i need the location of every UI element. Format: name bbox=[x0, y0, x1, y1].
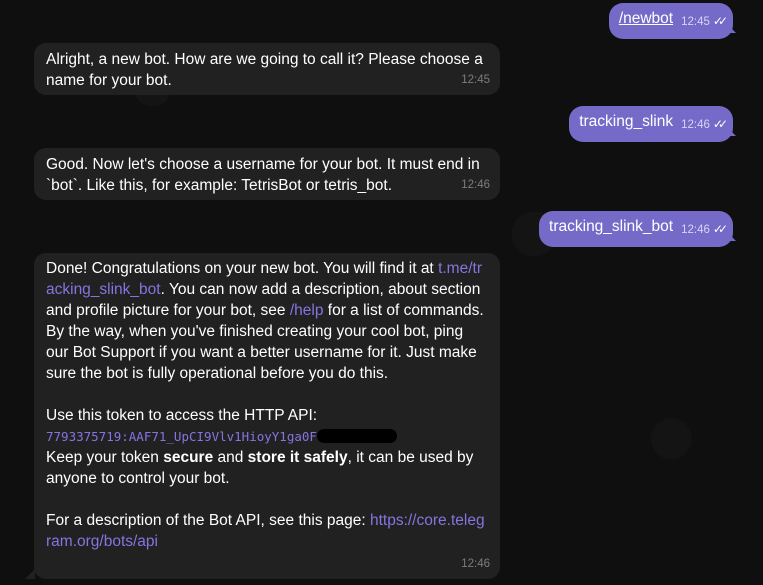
message-outgoing-name[interactable]: tracking_slink 12:46 ✓✓ bbox=[569, 106, 733, 142]
token-line: 7793375719:AAF71_UpCI9Vlv1HioyY1ga0F bbox=[46, 426, 488, 447]
message-text: tracking_slink_bot bbox=[549, 218, 674, 235]
message-time: 12:46 bbox=[461, 558, 490, 570]
chat-area[interactable]: /newbot 12:45 ✓✓ Alright, a new bot. How a… bbox=[0, 0, 763, 585]
bubble-tail bbox=[25, 569, 35, 579]
double-check-icon: ✓✓ bbox=[712, 14, 728, 28]
message-time: 12:45 bbox=[681, 16, 710, 28]
message-time: 12:46 bbox=[681, 224, 710, 236]
message-incoming-done[interactable]: Done! Congratulations on your new bot. Y… bbox=[34, 253, 500, 579]
api-token[interactable]: 7793375719:AAF71_UpCI9Vlv1HioyY1ga0F bbox=[46, 429, 317, 444]
message-incoming-choose-name[interactable]: Alright, a new bot. How are we going to … bbox=[34, 43, 500, 95]
token-label: Use this token to access the HTTP API: bbox=[46, 407, 318, 424]
bot-command-link[interactable]: /newbot bbox=[619, 10, 673, 27]
message-text: Alright, a new bot. How are we going to … bbox=[46, 51, 483, 89]
message-outgoing-username[interactable]: tracking_slink_bot 12:46 ✓✓ bbox=[539, 211, 733, 247]
message-paragraph-congrats: Done! Congratulations on your new bot. Y… bbox=[46, 260, 484, 382]
message-paragraph-api: For a description of the Bot API, see th… bbox=[46, 512, 485, 550]
message-text: Good. Now let's choose a username for yo… bbox=[46, 156, 480, 194]
redaction-bar bbox=[316, 429, 397, 443]
double-check-icon: ✓✓ bbox=[712, 222, 728, 236]
message-outgoing-newbot[interactable]: /newbot 12:45 ✓✓ bbox=[608, 3, 733, 39]
message-time: 12:46 bbox=[461, 179, 490, 191]
message-text: tracking_slink bbox=[579, 113, 674, 130]
message-time: 12:46 bbox=[681, 119, 710, 131]
double-check-icon: ✓✓ bbox=[712, 117, 728, 131]
help-command-link[interactable]: /help bbox=[290, 302, 324, 319]
message-paragraph-secure: Keep your token secure and store it safe… bbox=[46, 449, 474, 487]
message-time: 12:45 bbox=[461, 74, 490, 86]
message-incoming-choose-username[interactable]: Good. Now let's choose a username for yo… bbox=[34, 148, 500, 200]
